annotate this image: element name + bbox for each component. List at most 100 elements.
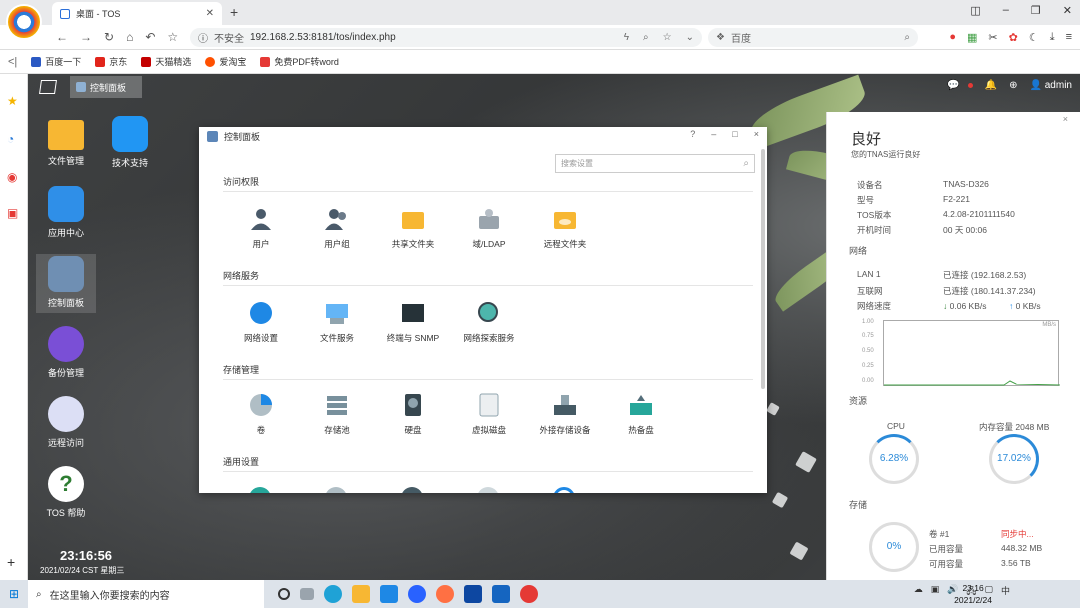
settings-search-input[interactable]: 搜索设置 ⌕ xyxy=(555,154,755,173)
url-text[interactable]: 192.168.2.53:8181/tos/index.php xyxy=(250,32,396,43)
cp-item-ldap[interactable]: 域/LDAP xyxy=(453,207,525,250)
edge-icon[interactable] xyxy=(324,585,342,603)
browser-tab[interactable]: 桌面 - TOS ✕ xyxy=(52,2,222,25)
bookmark-baidu[interactable]: 百度一下 xyxy=(31,55,81,68)
browser-taskbar-icon[interactable] xyxy=(520,585,538,603)
cp-item-volume[interactable]: 卷 xyxy=(225,393,297,436)
scissors-icon[interactable]: ✂ xyxy=(988,31,997,44)
tools-icon[interactable] xyxy=(325,487,347,493)
cp-item-external-storage[interactable]: 外接存储设备 xyxy=(529,393,601,436)
cp-item-terminal-snmp[interactable]: 终端与 SNMP xyxy=(377,301,449,344)
disc-icon[interactable] xyxy=(477,487,499,493)
bookmark-pdf[interactable]: 免费PDF转word xyxy=(260,55,339,68)
ext-apps-icon[interactable]: ▦ xyxy=(967,31,977,44)
app-blue-icon[interactable] xyxy=(408,585,426,603)
user-menu[interactable]: 👤 admin xyxy=(1030,80,1072,91)
cp-item-network-discovery[interactable]: 网络探索服务 xyxy=(453,301,525,344)
undo-icon[interactable]: ↶ xyxy=(145,30,155,44)
bookmark-jd[interactable]: 京东 xyxy=(95,55,127,68)
tab-close-icon[interactable]: ✕ xyxy=(206,8,214,19)
cp-item-storage-pool[interactable]: 存储池 xyxy=(301,393,373,436)
tray-box-icon[interactable]: ▣ xyxy=(931,584,940,600)
help-button[interactable]: ? xyxy=(690,129,695,139)
bell-icon[interactable]: 🔔 xyxy=(985,80,997,91)
browser-logo-icon[interactable] xyxy=(6,4,42,40)
taskbar-clock[interactable]: 23:16 2021/2/24 xyxy=(954,582,992,606)
favorite-icon[interactable]: ☆ xyxy=(663,32,672,43)
cp-item-hot-spare[interactable]: 热备盘 xyxy=(605,393,677,436)
globe-icon[interactable] xyxy=(249,487,271,493)
app-orange-icon[interactable] xyxy=(436,585,454,603)
search-icon[interactable]: ⌕ xyxy=(904,32,910,43)
cp-item-network-settings[interactable]: 网络设置 xyxy=(225,301,297,344)
desktop-icon-file-manager[interactable]: 文件管理 xyxy=(36,116,96,167)
status-subtitle: 您的TNAS运行良好 xyxy=(851,150,921,159)
shopping-bag-icon xyxy=(48,186,84,222)
favorites-icon[interactable]: ★ xyxy=(7,94,18,108)
desktop-icon-help[interactable]: ? TOS 帮助 xyxy=(36,466,96,519)
file-explorer-icon[interactable] xyxy=(352,585,370,603)
reload-icon[interactable]: ↻ xyxy=(104,30,114,44)
task-view-icon[interactable] xyxy=(300,588,314,600)
cp-item-usergroup[interactable]: 用户组 xyxy=(301,207,373,250)
window-titlebar[interactable]: 控制面板 xyxy=(199,127,767,145)
menu-icon[interactable]: ≡ xyxy=(1066,31,1072,44)
star-icon[interactable]: ☆ xyxy=(167,30,178,44)
lightning-icon[interactable]: ϟ xyxy=(624,32,629,43)
ext-game-icon[interactable]: ● xyxy=(949,31,956,44)
notes-icon[interactable]: ▣ xyxy=(7,206,18,220)
maximize-button[interactable]: □ xyxy=(732,129,737,139)
cp-item-disk[interactable]: 硬盘 xyxy=(377,393,449,436)
cp-item-shared-folder[interactable]: 共享文件夹 xyxy=(377,207,449,250)
restore-icon[interactable]: ◫ xyxy=(970,4,980,17)
taskbar-search[interactable]: ⌕ 在这里输入你要搜索的内容 xyxy=(28,580,264,608)
power-icon[interactable] xyxy=(401,487,423,493)
back-icon[interactable]: ← xyxy=(56,30,68,44)
globe-icon[interactable]: ⊕ xyxy=(1009,80,1017,91)
search-icon[interactable]: ⌕ xyxy=(743,158,749,169)
update-icon[interactable] xyxy=(553,487,575,493)
cortana-icon[interactable] xyxy=(278,588,290,600)
tray-ime-icon[interactable]: 中 xyxy=(1001,584,1010,600)
add-sidebar-icon[interactable]: + xyxy=(7,554,15,570)
cp-item-remote-folder[interactable]: 远程文件夹 xyxy=(529,207,601,250)
minimize-button[interactable]: – xyxy=(711,129,716,139)
home-icon[interactable]: ⌂ xyxy=(126,30,133,44)
desktop-icon-app-center[interactable]: 应用中心 xyxy=(36,186,96,239)
night-mode-icon[interactable]: ☾ xyxy=(1029,31,1039,44)
zoom-icon[interactable]: ⌕ xyxy=(643,32,649,43)
maximize-icon[interactable]: ❐ xyxy=(1031,4,1041,17)
panel-close-icon[interactable]: × xyxy=(1063,114,1068,124)
tos-task-control-panel[interactable]: 控制面板 xyxy=(70,76,142,98)
tray-cloud-icon[interactable]: ☁ xyxy=(914,584,923,600)
store-icon[interactable] xyxy=(492,585,510,603)
browser-search-field[interactable]: ❖ 百度 ⌕ xyxy=(708,28,918,47)
app-tablet-icon[interactable] xyxy=(464,585,482,603)
cp-item-user[interactable]: 用户 xyxy=(225,207,297,250)
minimize-icon[interactable]: – xyxy=(1003,4,1009,17)
history-icon[interactable]: ◔ xyxy=(7,132,14,146)
dropdown-icon[interactable]: ⌄ xyxy=(686,32,694,43)
bookmark-collapse-icon[interactable]: <| xyxy=(8,56,17,68)
cp-item-virtual-disk[interactable]: 虚拟磁盘 xyxy=(453,393,525,436)
new-tab-button[interactable]: + xyxy=(230,4,238,20)
desktop-icon-backup[interactable]: 备份管理 xyxy=(36,326,96,379)
ext-red-icon[interactable]: ✿ xyxy=(1009,31,1018,44)
desktop-icon-control-panel[interactable]: 控制面板 xyxy=(36,254,96,313)
download-icon[interactable]: ⤓ xyxy=(1050,31,1055,44)
close-button[interactable]: × xyxy=(754,129,759,139)
url-field[interactable]: ⓘ 不安全 192.168.2.53:8181/tos/index.php ϟ … xyxy=(190,28,702,47)
bookmark-taobao[interactable]: 爱淘宝 xyxy=(205,55,246,68)
weibo-icon[interactable]: ◉ xyxy=(7,170,17,184)
forward-icon[interactable]: → xyxy=(80,30,92,44)
bookmark-tmall[interactable]: 天猫精选 xyxy=(141,55,191,68)
mail-icon[interactable] xyxy=(380,585,398,603)
scrollbar[interactable] xyxy=(761,149,765,389)
start-button[interactable]: ⊞ xyxy=(0,580,28,608)
close-window-icon[interactable]: ✕ xyxy=(1063,4,1072,17)
desktop-icon-support[interactable]: 技术支持 xyxy=(100,116,160,169)
desktop-icon-remote[interactable]: 远程访问 xyxy=(36,396,96,449)
tos-home-icon[interactable] xyxy=(39,80,57,94)
message-icon[interactable]: 💬 xyxy=(947,80,959,91)
cp-item-file-service[interactable]: 文件服务 xyxy=(301,301,373,344)
